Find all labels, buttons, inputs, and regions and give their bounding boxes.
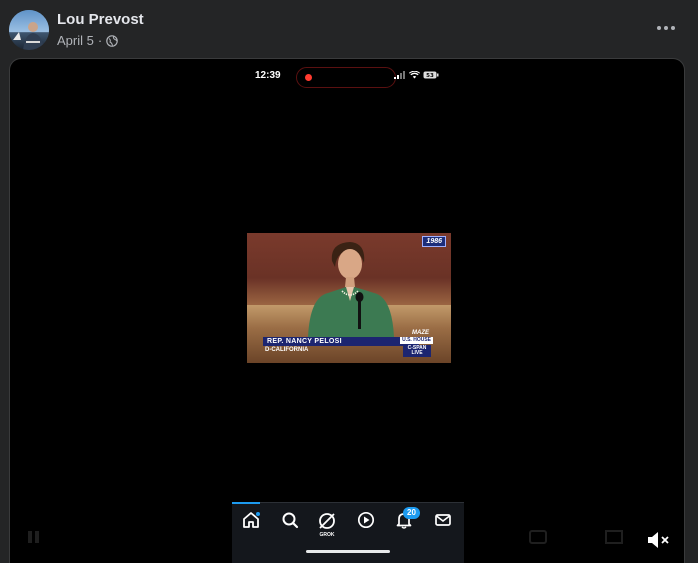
tab-messages[interactable] [428, 511, 458, 543]
avatar-image [9, 10, 49, 50]
tab-notifications[interactable]: 20 [389, 507, 420, 543]
tab-bar-accent [232, 502, 260, 504]
more-options-icon [657, 26, 675, 30]
dynamic-island [296, 67, 396, 88]
live-label: LIVE [411, 350, 423, 356]
tab-home[interactable] [236, 511, 266, 543]
globe-icon [106, 34, 119, 47]
grok-icon [319, 513, 335, 529]
tab-search[interactable] [275, 511, 305, 543]
speaker-figure [308, 242, 394, 337]
avatar[interactable] [9, 10, 49, 50]
wifi-icon [409, 71, 420, 79]
tab-grok-label: GROK [319, 532, 335, 538]
post-date[interactable]: April 5 [57, 33, 94, 48]
search-icon [282, 512, 299, 529]
author-name[interactable]: Lou Prevost [57, 11, 144, 28]
video-player[interactable]: 12:39 53 1986 MAZE REP. NANCY PELOSI U.S… [9, 58, 685, 563]
signal-icon [394, 71, 405, 79]
cspan-label: C-SPAN LIVE [403, 345, 431, 357]
recording-indicator [305, 74, 312, 81]
play-icon [357, 511, 375, 529]
home-indicator [306, 550, 390, 553]
post-meta: April 5 · [57, 33, 119, 48]
status-time: 12:39 [255, 70, 281, 81]
year-badge: 1986 [422, 236, 446, 247]
battery-icon: 53 [423, 71, 439, 79]
phone-status-bar: 12:39 53 [238, 67, 453, 88]
broadcast-video: 1986 MAZE REP. NANCY PELOSI U.S. HOUSE D… [247, 233, 451, 363]
notification-badge: 20 [403, 507, 420, 519]
mute-toggle-button[interactable] [646, 529, 672, 551]
battery-level: 53 [426, 73, 434, 79]
mail-icon [435, 514, 451, 526]
name-caption: REP. NANCY PELOSI [263, 337, 419, 346]
meta-separator: · [97, 33, 103, 48]
house-label: U.S. HOUSE [400, 337, 433, 344]
muted-speaker-icon [648, 532, 669, 548]
home-notification-dot [256, 512, 260, 516]
district-caption: D-CALIFORNIA [265, 347, 309, 353]
post-header: Lou Prevost April 5 · [0, 0, 698, 58]
maze-label: MAZE [412, 330, 429, 336]
app-tab-bar: GROK 20 [232, 502, 464, 563]
more-options-button[interactable] [654, 16, 678, 40]
tab-videos[interactable] [351, 511, 381, 543]
tab-grok[interactable]: GROK [312, 511, 342, 543]
status-icons: 53 [394, 71, 439, 79]
